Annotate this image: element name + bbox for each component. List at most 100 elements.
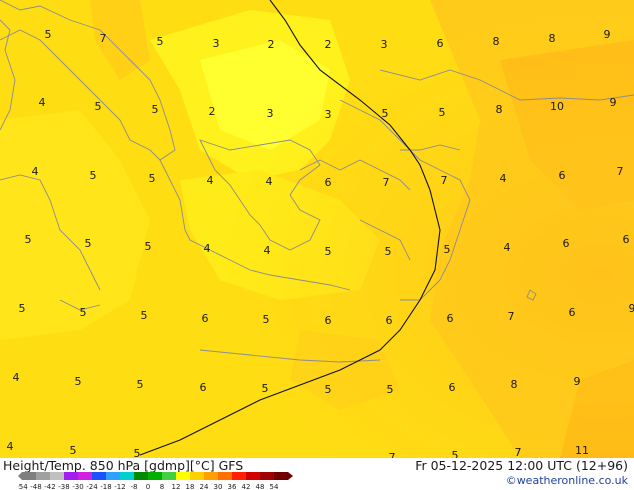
temperature-label: 7 [100, 32, 107, 45]
scale-tick-label: -18 [100, 483, 111, 490]
map-footer: Height/Temp. 850 hPa [gdmp][°C] GFS Fr 0… [0, 458, 634, 490]
temperature-label: 3 [325, 108, 332, 121]
temperature-label: 5 [137, 378, 144, 391]
scale-tick-label: 24 [200, 483, 209, 490]
temperature-label: 8 [493, 35, 500, 48]
temperature-label: 8 [549, 32, 556, 45]
scale-swatch [78, 472, 92, 480]
temperature-label: 4 [504, 241, 511, 254]
temperature-label: 5 [452, 449, 459, 458]
temperature-label: 5 [382, 107, 389, 120]
warm-gradient-east [0, 0, 634, 458]
temperature-label: 4 [32, 165, 39, 178]
scale-tick-label: -38 [58, 483, 69, 490]
scale-swatch [176, 472, 190, 480]
scale-tick-label: 0 [146, 483, 150, 490]
temperature-label: 6 [386, 314, 393, 327]
scale-swatch [134, 472, 148, 480]
scale-swatch [92, 472, 106, 480]
temperature-label: 5 [25, 233, 32, 246]
temperature-label: 6 [202, 312, 209, 325]
temperature-label: 5 [134, 447, 141, 458]
scale-tick-label: -12 [114, 483, 125, 490]
temperature-label: 2 [209, 105, 216, 118]
temperature-label: 5 [149, 172, 156, 185]
temperature-label: 5 [141, 309, 148, 322]
temperature-label: 6 [569, 306, 576, 319]
temperature-label: 5 [80, 306, 87, 319]
temperature-label: 7 [508, 310, 515, 323]
scale-swatch [190, 472, 204, 480]
temperature-label: 2 [325, 38, 332, 51]
scale-swatch [106, 472, 120, 480]
scale-tick-label: -42 [44, 483, 55, 490]
temperature-label: 5 [75, 375, 82, 388]
temperature-label: 10 [550, 100, 564, 113]
temperature-label: 5 [19, 302, 26, 315]
temperature-label: 4 [204, 242, 211, 255]
temperature-label: 2 [268, 38, 275, 51]
temperature-label: 6 [325, 176, 332, 189]
weather-map: 5 7 5 3 2 2 3 6 8 8 9 4 5 5 2 3 3 5 5 8 10 9 4 5 5 4 4 6 7 7 4 6 7 5 5 5 4 4 5… [0, 0, 634, 458]
scale-tick-label: 36 [228, 483, 237, 490]
scale-swatch [274, 472, 288, 480]
temperature-label: 7 [383, 176, 390, 189]
temperature-label: 7 [389, 451, 396, 458]
temperature-label: 5 [262, 382, 269, 395]
temperature-label: 9 [574, 375, 581, 388]
scale-swatch [36, 472, 50, 480]
temperature-label: 5 [157, 35, 164, 48]
scale-swatch [50, 472, 64, 480]
temperature-label: 5 [385, 245, 392, 258]
temperature-label: 3 [213, 37, 220, 50]
scale-swatch [232, 472, 246, 480]
temperature-label: 4 [207, 174, 214, 187]
temperature-label: 3 [267, 107, 274, 120]
scale-swatch [204, 472, 218, 480]
temperature-label: 4 [13, 371, 20, 384]
temperature-label: 6 [447, 312, 454, 325]
temperature-label: 9 [604, 28, 611, 41]
scale-swatch [64, 472, 78, 480]
scale-swatch [218, 472, 232, 480]
temperature-label: 9 [610, 96, 617, 109]
scale-tick-label: -54 [18, 483, 28, 490]
scale-swatch [148, 472, 162, 480]
temperature-label: 5 [325, 245, 332, 258]
temperature-label: 6 [559, 169, 566, 182]
temperature-label: 8 [496, 103, 503, 116]
temperature-label: 6 [200, 381, 207, 394]
temperature-label: 11 [575, 444, 589, 457]
temperature-label: 7 [617, 165, 624, 178]
scale-tick-label: 54 [270, 483, 279, 490]
temperature-label: 5 [45, 28, 52, 41]
scale-right-arrow [288, 472, 293, 480]
scale-swatch [260, 472, 274, 480]
scale-left-arrow [18, 472, 22, 480]
temperature-label: 5 [85, 237, 92, 250]
temperature-map-svg: 5 7 5 3 2 2 3 6 8 8 9 4 5 5 2 3 3 5 5 8 10 9 4 5 5 4 4 6 7 7 4 6 7 5 5 5 4 4 5… [0, 0, 634, 458]
temperature-label: 4 [500, 172, 507, 185]
scale-swatch [22, 472, 36, 480]
temperature-label: 7 [515, 446, 522, 458]
temperature-label: 4 [39, 96, 46, 109]
temperature-label: 3 [381, 38, 388, 51]
scale-tick-label: -8 [131, 483, 138, 490]
credit-link[interactable]: ©weatheronline.co.uk [506, 474, 628, 487]
temperature-label: 5 [387, 383, 394, 396]
temperature-label: 6 [437, 37, 444, 50]
temperature-label: 4 [7, 440, 14, 453]
scale-swatch [120, 472, 134, 480]
scale-swatch [162, 472, 176, 480]
temperature-label: 6 [325, 314, 332, 327]
temperature-label: 6 [563, 237, 570, 250]
color-scale-bar: -54-48-42-38-30-24-18-12 -8 0 8 12 18 24 30 36 42… [18, 472, 293, 490]
temperature-label: 9 [629, 302, 634, 315]
scale-tick-label: 18 [186, 483, 195, 490]
map-title: Height/Temp. 850 hPa [gdmp][°C] GFS [3, 458, 244, 473]
temperature-label: 5 [70, 444, 77, 457]
scale-tick-label: 12 [172, 483, 181, 490]
scale-tick-label: -48 [30, 483, 41, 490]
temperature-label: 5 [152, 103, 159, 116]
scale-tick-label: 42 [242, 483, 251, 490]
